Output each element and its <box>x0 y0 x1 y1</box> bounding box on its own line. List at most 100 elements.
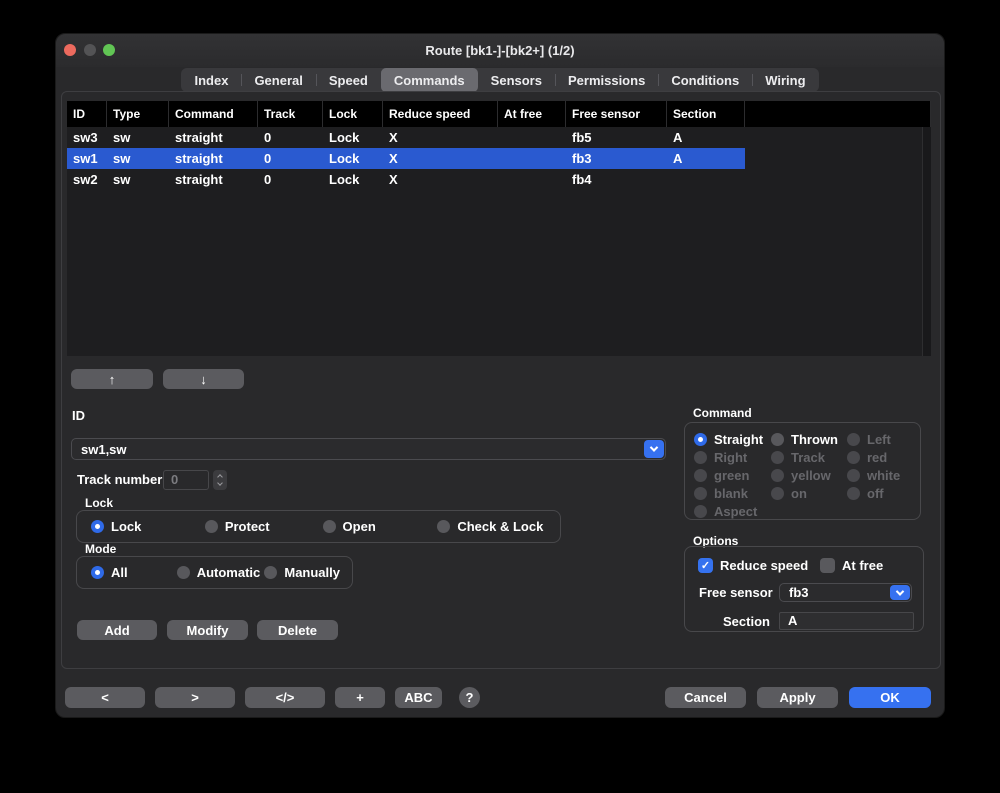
add-button[interactable]: Add <box>77 620 157 640</box>
ok-button[interactable]: OK <box>849 687 931 708</box>
radio-icon <box>437 520 450 533</box>
tab-commands[interactable]: Commands <box>381 68 478 92</box>
table-row[interactable]: sw3swstraight0LockXfb5A <box>67 127 745 148</box>
table-cell: X <box>383 127 498 148</box>
table-cell <box>498 127 566 148</box>
radio-thrown[interactable]: Thrown <box>771 430 847 448</box>
section-label: Section <box>723 614 770 629</box>
radio-automatic[interactable]: Automatic <box>177 565 265 580</box>
column-header-id[interactable]: ID <box>67 101 107 127</box>
column-header-free-sensor[interactable]: Free sensor <box>566 101 667 127</box>
code-button[interactable]: </> <box>245 687 325 708</box>
radio-label: Right <box>714 450 747 465</box>
radio-icon <box>694 505 707 518</box>
radio-straight[interactable]: Straight <box>694 430 771 448</box>
lock-group: Lock ProtectOpen Check & Lock <box>76 510 561 543</box>
cancel-button[interactable]: Cancel <box>665 687 746 708</box>
radio-label: blank <box>714 486 748 501</box>
stepper-up-icon <box>217 474 223 480</box>
table-cell: sw <box>107 127 169 148</box>
table-cell: A <box>667 148 745 169</box>
column-header-lock[interactable]: Lock <box>323 101 383 127</box>
tab-bar-wrap: IndexGeneralSpeedCommandsSensorsPermissi… <box>56 68 944 92</box>
chevron-down-icon[interactable] <box>890 585 910 600</box>
close-traffic-light-icon[interactable] <box>64 44 76 56</box>
track-number-stepper[interactable] <box>213 470 227 490</box>
radio-left: Left <box>847 430 923 448</box>
mode-group: AllAutomaticManually <box>76 556 353 589</box>
column-header-command[interactable]: Command <box>169 101 258 127</box>
reduce-speed-checkbox[interactable]: ✓ Reduce speed <box>698 558 808 573</box>
column-header-at-free[interactable]: At free <box>498 101 566 127</box>
table-cell: 0 <box>258 169 323 190</box>
radio-label: Straight <box>714 432 763 447</box>
radio-yellow: yellow <box>771 466 847 484</box>
commands-table: IDTypeCommandTrackLockReduce speedAt fre… <box>67 101 931 356</box>
radio-red: red <box>847 448 923 466</box>
move-down-button[interactable]: ↓ <box>163 369 244 389</box>
radio-label: Track <box>791 450 825 465</box>
move-up-button[interactable]: ↑ <box>71 369 153 389</box>
table-row[interactable]: sw1swstraight0LockXfb3A <box>67 148 745 169</box>
radio-white: white <box>847 466 923 484</box>
column-header-type[interactable]: Type <box>107 101 169 127</box>
free-sensor-label: Free sensor <box>699 585 773 600</box>
radio-label: Aspect <box>714 504 757 519</box>
section-field[interactable]: A <box>779 612 914 630</box>
reduce-speed-label: Reduce speed <box>720 558 808 573</box>
radio-check-lock[interactable]: Check & Lock <box>437 519 560 534</box>
radio-label: Lock <box>111 519 141 534</box>
column-header-track[interactable]: Track <box>258 101 323 127</box>
tab-speed[interactable]: Speed <box>316 68 381 92</box>
next-button[interactable]: > <box>155 687 235 708</box>
modify-button[interactable]: Modify <box>167 620 248 640</box>
table-cell: fb3 <box>566 148 667 169</box>
tab-wiring[interactable]: Wiring <box>752 68 818 92</box>
radio-label: red <box>867 450 887 465</box>
column-header-reduce-speed[interactable]: Reduce speed <box>383 101 498 127</box>
table-cell: 0 <box>258 148 323 169</box>
radio-all[interactable]: All <box>91 565 177 580</box>
radio-icon <box>771 433 784 446</box>
at-free-checkbox[interactable]: At free <box>820 558 883 573</box>
zoom-traffic-light-icon[interactable] <box>103 44 115 56</box>
tab-general[interactable]: General <box>241 68 315 92</box>
help-button[interactable]: ? <box>459 687 480 708</box>
radio-icon <box>323 520 336 533</box>
table-cell: X <box>383 169 498 190</box>
radio-blank: blank <box>694 484 771 502</box>
id-combobox[interactable]: sw1,sw <box>71 438 666 460</box>
chevron-down-icon[interactable] <box>644 440 664 458</box>
table-cell: Lock <box>323 127 383 148</box>
radio-label: Left <box>867 432 891 447</box>
column-header-section[interactable]: Section <box>667 101 745 127</box>
table-cell: sw <box>107 148 169 169</box>
delete-button[interactable]: Delete <box>257 620 338 640</box>
radio-lock[interactable]: Lock <box>91 519 205 534</box>
tab-permissions[interactable]: Permissions <box>555 68 658 92</box>
radio-off: off <box>847 484 923 502</box>
radio-green: green <box>694 466 771 484</box>
free-sensor-value: fb3 <box>780 585 889 600</box>
radio-open[interactable]: Open <box>323 519 438 534</box>
radio-label: on <box>791 486 807 501</box>
table-row[interactable]: sw2swstraight0LockXfb4 <box>67 169 745 190</box>
tab-index[interactable]: Index <box>181 68 241 92</box>
radio-icon <box>694 487 707 500</box>
abc-button[interactable]: ABC <box>395 687 442 708</box>
apply-button[interactable]: Apply <box>757 687 838 708</box>
command-group-label: Command <box>693 406 752 420</box>
table-cell: A <box>667 127 745 148</box>
radio-label: off <box>867 486 884 501</box>
radio-label: Check & Lock <box>457 519 543 534</box>
plus-button[interactable]: + <box>335 687 385 708</box>
tab-sensors[interactable]: Sensors <box>478 68 555 92</box>
free-sensor-combobox[interactable]: fb3 <box>779 583 912 602</box>
radio-manually[interactable]: Manually <box>264 565 352 580</box>
prev-button[interactable]: < <box>65 687 145 708</box>
radio-protect[interactable]: Protect <box>205 519 323 534</box>
track-number-field[interactable]: 0 <box>163 470 209 490</box>
id-combobox-value: sw1,sw <box>72 442 643 457</box>
tab-conditions[interactable]: Conditions <box>658 68 752 92</box>
radio-icon <box>771 469 784 482</box>
